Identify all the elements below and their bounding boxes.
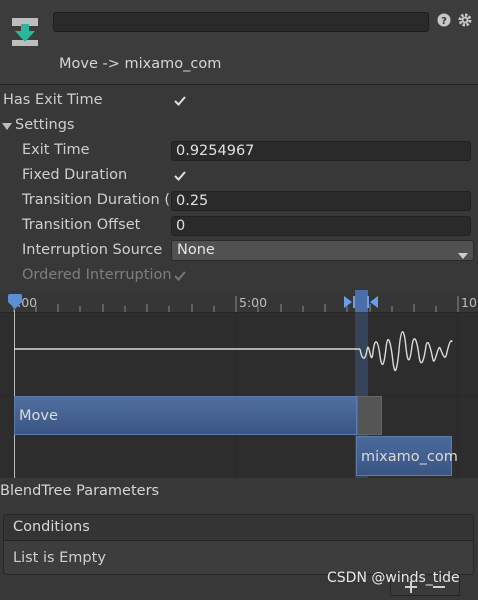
settings-foldout-arrow-icon[interactable] xyxy=(2,120,12,136)
exit-time-input[interactable]: 0.9254967 xyxy=(171,141,471,161)
transition-offset-label: Transition Offset xyxy=(22,217,141,233)
ordered-interruption-checkbox xyxy=(172,268,188,284)
exit-time-label: Exit Time xyxy=(22,142,90,158)
transition-weight-curve xyxy=(14,331,453,372)
watermark-text: CSDN @winds_tide xyxy=(327,570,460,586)
transition-duration-label: Transition Duration ( xyxy=(22,192,170,208)
interruption-source-value: None xyxy=(177,242,215,258)
chevron-down-icon xyxy=(458,248,468,264)
blendtree-parameters-label: BlendTree Parameters xyxy=(0,483,160,499)
conditions-empty-text: List is Empty xyxy=(13,550,106,566)
conditions-title: Conditions xyxy=(13,519,90,535)
fixed-duration-checkbox[interactable] xyxy=(172,168,188,184)
transition-name-input[interactable] xyxy=(53,12,429,32)
source-clip-tail xyxy=(357,396,382,435)
source-clip-label: Move xyxy=(19,408,58,424)
source-clip-bar[interactable] xyxy=(14,396,357,435)
has-exit-time-checkbox[interactable] xyxy=(172,93,188,109)
destination-clip-label: mixamo_com xyxy=(361,449,458,465)
has-exit-time-label: Has Exit Time xyxy=(3,92,103,108)
help-icon[interactable]: ? xyxy=(437,13,451,27)
interruption-source-dropdown[interactable]: None xyxy=(171,240,474,261)
ordered-interruption-label: Ordered Interruption xyxy=(22,267,172,283)
gear-icon[interactable] xyxy=(458,13,472,27)
interruption-source-label: Interruption Source xyxy=(22,242,163,258)
fixed-duration-label: Fixed Duration xyxy=(22,167,128,183)
transition-title: Move -> mixamo_com xyxy=(59,56,222,72)
transition-offset-input[interactable]: 0 xyxy=(171,216,471,236)
settings-foldout-label[interactable]: Settings xyxy=(15,117,74,133)
transition-icon xyxy=(10,16,40,48)
transition-duration-input[interactable]: 0.25 xyxy=(171,191,471,211)
svg-text:?: ? xyxy=(441,16,447,27)
